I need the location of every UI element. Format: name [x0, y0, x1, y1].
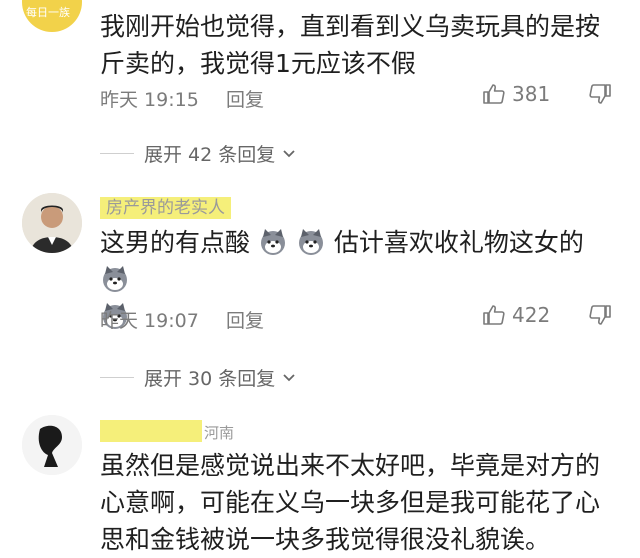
username[interactable]: 房产界的老实人 [100, 197, 231, 219]
thumbs-down-icon [589, 305, 611, 325]
thumbs-up-icon [483, 84, 505, 104]
comment-text: 虽然但是感觉说出来不太好吧，毕竟是对方的 心意啊，可能在义乌一块多但是我可能花了… [100, 447, 620, 558]
avatar[interactable]: 每日一族 [22, 0, 82, 32]
thumbs-down-icon [589, 84, 611, 104]
avatar-image [22, 193, 82, 253]
comment-text-line: 这男的有点酸 估计喜欢收礼物这女的 [100, 224, 620, 298]
expand-replies-label: 展开 42 条回复 [144, 143, 276, 166]
husky-dog-emoji [296, 227, 326, 257]
comment-text-part: 估计喜欢收礼物这女的 [333, 228, 584, 257]
comment-text-line: 思和金钱被说一块多我觉得很没礼貌诶。 [100, 525, 551, 554]
husky-dog-emoji [258, 227, 288, 257]
avatar-text: 每日一族 [26, 6, 70, 19]
reply-button[interactable]: 回复 [226, 85, 264, 112]
dislike-button[interactable] [588, 303, 612, 332]
timestamp: 昨天 19:07 [100, 310, 199, 332]
chevron-down-icon [283, 374, 295, 382]
comment-text: 我刚开始也觉得，直到看到义乌卖玩具的是按 斤卖的，我觉得1元应该不假 [100, 8, 620, 82]
avatar-image [22, 415, 82, 475]
comment-text-line: 虽然但是感觉说出来不太好吧，毕竟是对方的 [100, 451, 601, 480]
expand-replies-button[interactable]: 展开 42 条回复 [100, 138, 297, 168]
divider [100, 152, 134, 154]
expand-replies-label: 展开 30 条回复 [144, 367, 276, 390]
like-count: 381 [512, 82, 551, 106]
comment-meta: 昨天 19:15 回复 381 [100, 82, 620, 112]
comment-text-line: 心意啊，可能在义乌一块多但是我可能花了心 [100, 488, 601, 517]
comment-meta: 昨天 19:07 回复 422 [100, 303, 620, 333]
comment-text-line: 我刚开始也觉得，直到看到义乌卖玩具的是按 [100, 12, 601, 41]
avatar[interactable] [22, 415, 82, 475]
divider [100, 376, 134, 378]
username[interactable] [100, 420, 202, 442]
comment-text-part: 这男的有点酸 [100, 228, 251, 257]
like-button[interactable]: 422 [482, 303, 550, 327]
husky-dog-emoji [100, 264, 130, 294]
reply-button[interactable]: 回复 [226, 306, 264, 333]
expand-replies-button[interactable]: 展开 30 条回复 [100, 362, 297, 392]
thumbs-up-icon [483, 305, 505, 325]
comment-text-line: 斤卖的，我觉得1元应该不假 [100, 49, 416, 78]
location-label: 河南 [204, 424, 235, 442]
timestamp: 昨天 19:15 [100, 89, 199, 111]
like-button[interactable]: 381 [482, 82, 550, 106]
like-count: 422 [512, 303, 551, 327]
dislike-button[interactable] [588, 82, 612, 111]
avatar[interactable] [22, 193, 82, 253]
chevron-down-icon [283, 150, 295, 158]
